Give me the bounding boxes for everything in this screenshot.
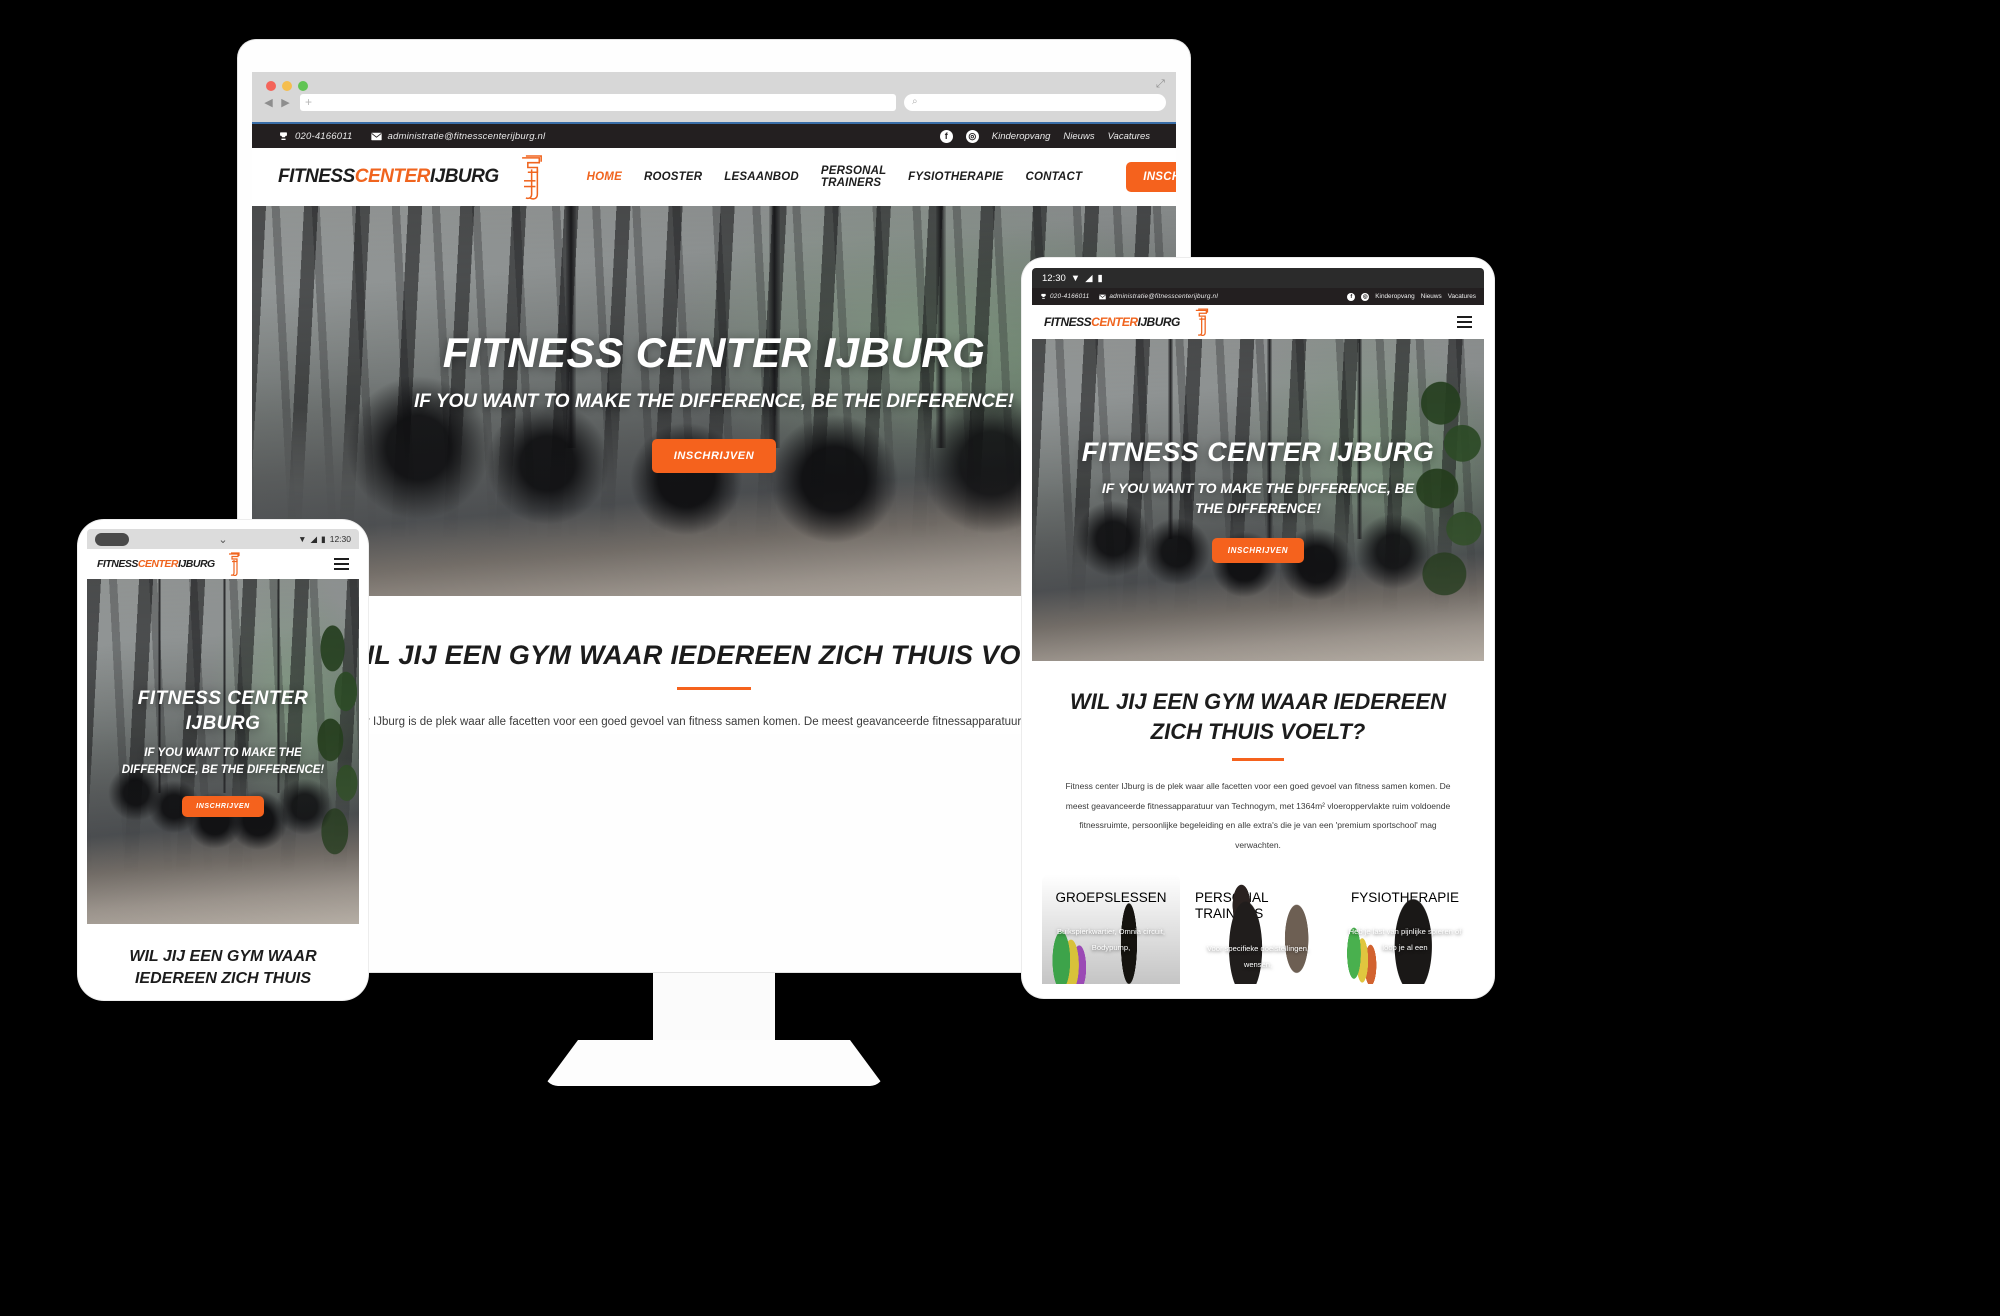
- hamburger-menu-icon[interactable]: [1457, 316, 1472, 328]
- maximize-icon[interactable]: [298, 81, 308, 91]
- hero-title: FITNESS CENTER IJBURG: [1081, 436, 1435, 467]
- nav-item-home[interactable]: HOME: [587, 171, 622, 183]
- site-logo[interactable]: FITNESSCENTERIJBURG: [97, 552, 241, 577]
- browser-search-input[interactable]: ⌕: [904, 94, 1166, 111]
- topbar-link-nieuws[interactable]: Nieuws: [1063, 131, 1094, 142]
- topbar-link-nieuws[interactable]: Nieuws: [1421, 293, 1442, 300]
- tablet-feature-cards: GROEPSLESSEN Buikspierkwartier, Omnia ci…: [1032, 874, 1484, 984]
- phone-mockup: ⌄ ▼ ◢ ▮ 12:30 FITNESSCENTERIJBURG FITNES…: [78, 520, 368, 1000]
- instagram-icon[interactable]: ◎: [965, 129, 979, 143]
- browser-chrome: ⤢ ◀ ▶ + ⌕: [252, 72, 1176, 124]
- intro-heading: WIL JIJ EEN GYM WAAR IEDEREEN ZICH THUIS…: [1069, 689, 1447, 744]
- nav-links: HOME ROOSTER LESAANBOD PERSONAL TRAINERS…: [587, 162, 1176, 192]
- intro-accent-bar: [677, 687, 751, 690]
- card-personal-trainers[interactable]: PERSONAL TRAINERS Voor specifieke doelst…: [1189, 874, 1327, 984]
- nav-item-rooster[interactable]: ROOSTER: [644, 171, 702, 183]
- tablet-mockup: 12:30 ▼ ◢ ▮ 020-4166011 administratie@fi…: [1022, 258, 1494, 998]
- logo-text-ijburg: IJBURG: [178, 558, 215, 570]
- site-topbar: 020-4166011 administratie@fitnesscenteri…: [252, 124, 1176, 148]
- card-description: Voor specifieke doelstellingen, wensen,: [1206, 944, 1310, 969]
- logo-text-center: CENTER: [137, 558, 179, 570]
- logo-monogram-icon: [1184, 308, 1210, 337]
- facebook-icon[interactable]: f: [1347, 292, 1356, 301]
- phone-hero-section: FITNESS CENTER IJBURG IF YOU WANT TO MAK…: [87, 579, 359, 924]
- resize-icon[interactable]: ⤢: [1156, 78, 1168, 90]
- inschrijven-button[interactable]: INSCHRIJVEN: [1126, 162, 1176, 192]
- topbar-phone[interactable]: 020-4166011: [278, 131, 353, 142]
- tablet-hero-section: FITNESS CENTER IJBURG IF YOU WANT TO MAK…: [1032, 339, 1484, 661]
- tablet-screen: 12:30 ▼ ◢ ▮ 020-4166011 administratie@fi…: [1032, 268, 1484, 984]
- phone-intro-section: WIL JIJ EEN GYM WAAR IEDEREEN ZICH THUIS…: [87, 924, 359, 988]
- logo-monogram-icon: [503, 154, 545, 200]
- topbar-link-kinderopvang[interactable]: Kinderopvang: [992, 131, 1051, 142]
- intro-paragraph: Fitness center IJburg is de plek waar al…: [298, 716, 1131, 728]
- site-logo[interactable]: FITNESSCENTERIJBURG: [278, 154, 545, 200]
- topbar-link-vacatures[interactable]: Vacatures: [1448, 293, 1476, 300]
- minimize-icon[interactable]: [282, 81, 292, 91]
- window-traffic-lights[interactable]: [266, 81, 308, 91]
- logo-text-fitness: FITNESS: [278, 166, 355, 187]
- card-description: Buikspierkwartier, Omnia circuit, Bodypu…: [1056, 927, 1166, 952]
- nav-item-personal-trainers[interactable]: PERSONAL TRAINERS: [821, 165, 886, 189]
- topbar-email-label: administratie@fitnesscenterijburg.nl: [387, 130, 546, 142]
- tablet-intro-section: WIL JIJ EEN GYM WAAR IEDEREEN ZICH THUIS…: [1032, 661, 1484, 856]
- mockup-stage: ⤢ ◀ ▶ + ⌕ 020-4166011 administratie@fitn…: [0, 0, 2000, 1316]
- hero-inschrijven-button[interactable]: INSCHRIJVEN: [182, 796, 264, 818]
- topbar-email[interactable]: administratie@fitnesscenterijburg.nl: [370, 130, 546, 142]
- topbar-link-kinderopvang[interactable]: Kinderopvang: [1375, 293, 1414, 300]
- site-navbar: FITNESSCENTERIJBURG HOME ROOSTER LESAANB…: [252, 148, 1176, 206]
- nav-item-lesaanbod[interactable]: LESAANBOD: [724, 171, 799, 183]
- logo-text-fitness: FITNESS: [97, 558, 138, 570]
- topbar-phone-label: 020-4166011: [295, 130, 353, 142]
- hero-inschrijven-button[interactable]: INSCHRIJVEN: [651, 439, 777, 473]
- chevron-down-icon[interactable]: ⌄: [218, 533, 227, 546]
- logo-text-ijburg: IJBURG: [429, 166, 499, 187]
- hero-subtitle: IF YOU WANT TO MAKE THE DIFFERENCE, BE T…: [1101, 479, 1415, 516]
- topbar-link-vacatures[interactable]: Vacatures: [1108, 131, 1150, 142]
- card-groepslessen[interactable]: GROEPSLESSEN Buikspierkwartier, Omnia ci…: [1042, 874, 1180, 984]
- address-bar-input[interactable]: +: [300, 94, 896, 111]
- logo-monogram-icon: [219, 552, 241, 577]
- intro-heading: WIL JIJ EEN GYM WAAR IEDEREEN ZICH THUIS…: [129, 948, 317, 988]
- nav-item-contact[interactable]: CONTACT: [1025, 171, 1082, 183]
- card-fysiotherapie[interactable]: FYSIOTHERAPIE Heb je last van pijnlijke …: [1336, 874, 1474, 984]
- back-icon[interactable]: ◀: [262, 96, 275, 109]
- intro-accent-bar: [1232, 758, 1284, 762]
- instagram-icon[interactable]: ◎: [1361, 292, 1370, 301]
- hero-title: FITNESS CENTER IJBURG: [442, 329, 986, 376]
- facebook-icon[interactable]: f: [939, 129, 953, 143]
- hero-inschrijven-button[interactable]: INSCHRIJVEN: [1211, 538, 1305, 564]
- nav-item-fysiotherapie[interactable]: FYSIOTHERAPIE: [908, 171, 1003, 183]
- browser-nav-buttons[interactable]: ◀ ▶: [262, 96, 292, 109]
- phone-screen: ⌄ ▼ ◢ ▮ 12:30 FITNESSCENTERIJBURG FITNES…: [87, 529, 359, 988]
- plus-icon: +: [305, 95, 313, 109]
- intro-paragraph: Fitness center IJburg is de plek waar al…: [1065, 781, 1451, 851]
- hero-subtitle: IF YOU WANT TO MAKE THE DIFFERENCE, BE T…: [414, 391, 1014, 412]
- card-description: Heb je last van pijnlijke spieren of loo…: [1348, 927, 1462, 952]
- phone-icon: [278, 131, 289, 142]
- browser-accent-line: [252, 122, 1176, 124]
- hero-title: FITNESS CENTER IJBURG: [137, 687, 309, 735]
- close-icon[interactable]: [266, 81, 276, 91]
- camera-pill: [95, 532, 129, 546]
- forward-icon[interactable]: ▶: [279, 96, 292, 109]
- hero-subtitle: IF YOU WANT TO MAKE THE DIFFERENCE, BE T…: [121, 746, 325, 776]
- search-icon: ⌕: [912, 96, 918, 107]
- monitor-stand-base: [544, 1040, 884, 1086]
- logo-text-center: CENTER: [354, 166, 431, 187]
- browser-toolbar: ◀ ▶ + ⌕: [252, 94, 1176, 111]
- mail-icon: [370, 131, 382, 142]
